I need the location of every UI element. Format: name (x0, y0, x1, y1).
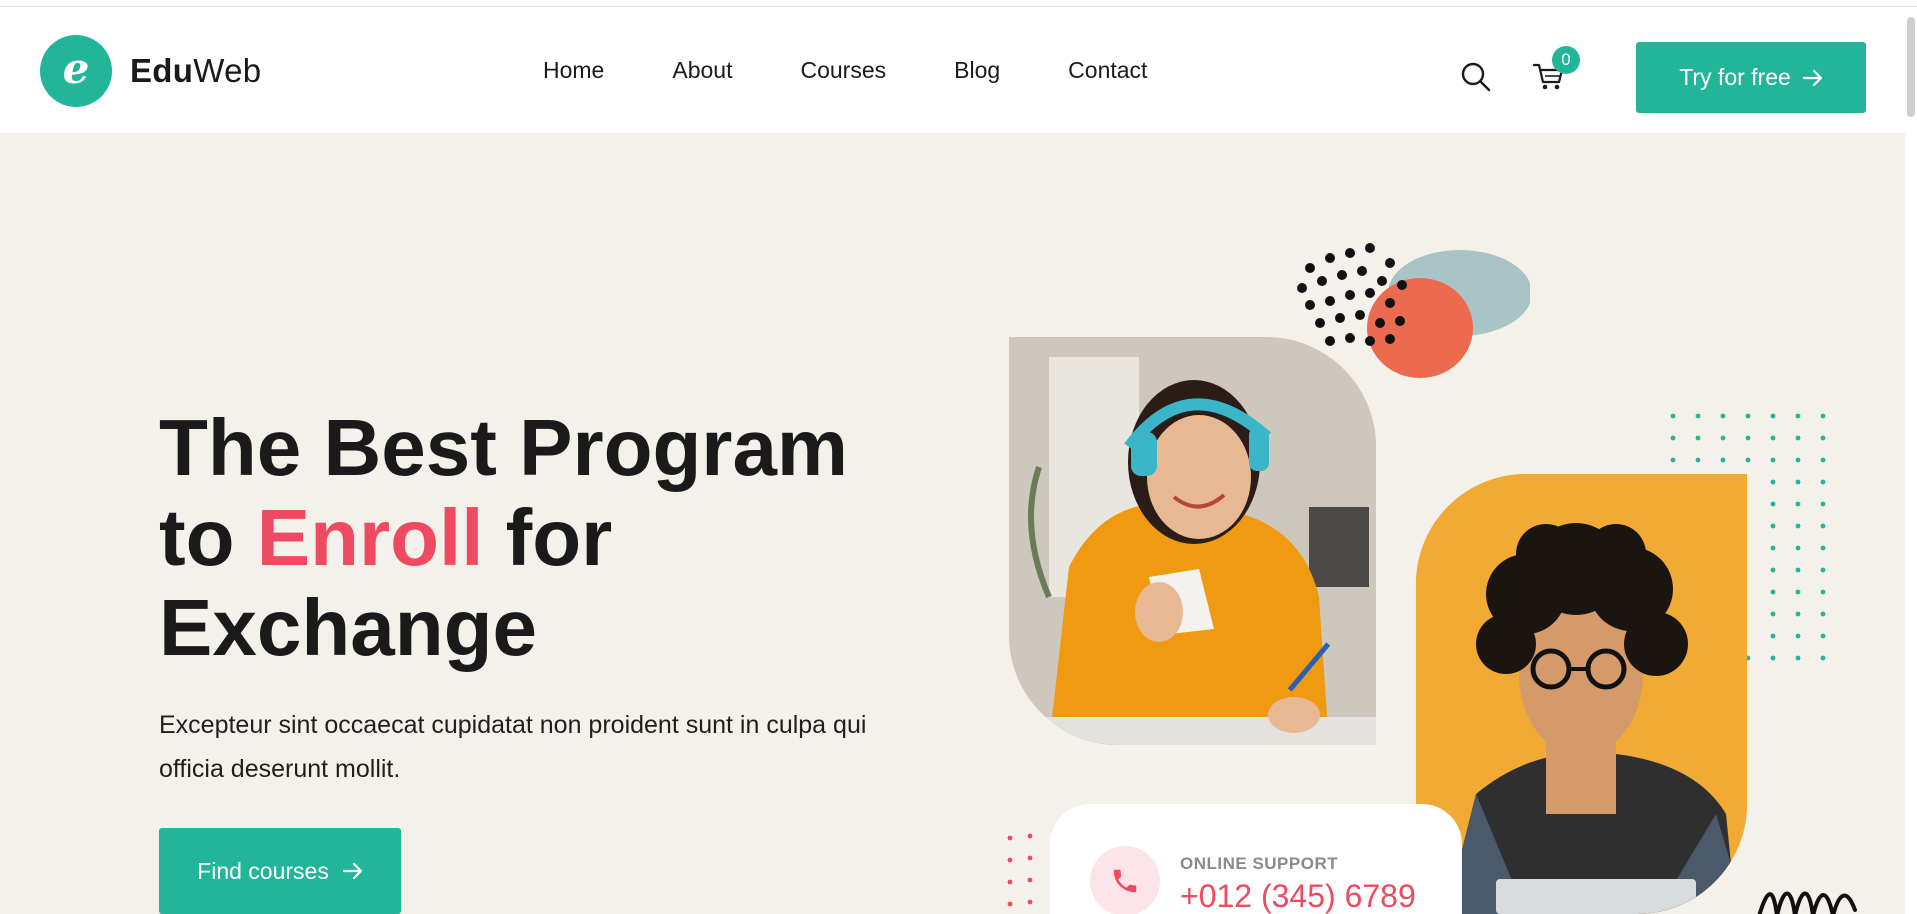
logo-text-light: Web (193, 52, 262, 89)
page-scrollbar[interactable] (1905, 7, 1917, 914)
logo-icon: e (40, 35, 112, 107)
support-label: ONLINE SUPPORT (1180, 854, 1339, 873)
browser-top-edge (0, 0, 1917, 7)
phone-icon (1113, 869, 1137, 893)
scrollbar-thumb[interactable] (1907, 17, 1915, 117)
decorative-squiggle (1757, 891, 1857, 914)
arrow-right-icon (1802, 69, 1822, 86)
try-for-free-label: Try for free (1679, 64, 1791, 90)
hero-section: The Best Program to Enroll for Exchange … (0, 133, 1905, 914)
headline-to: to (159, 493, 257, 582)
support-phone-number[interactable]: +012 (345) 6789 (1180, 878, 1416, 914)
cart-count-badge: 0 (1552, 46, 1580, 74)
search-icon (1461, 62, 1491, 92)
try-for-free-button[interactable]: Try for free (1636, 42, 1866, 113)
hero-headline: The Best Program to Enroll for Exchange (159, 403, 899, 673)
student-photo-headphones (1009, 337, 1376, 745)
hero-subtitle: Excepteur sint occaecat cupidatat non pr… (159, 711, 867, 783)
nav-item-contact[interactable]: Contact (1068, 57, 1147, 84)
headline-for: for (483, 493, 613, 582)
nav-item-courses[interactable]: Courses (800, 57, 886, 84)
arrow-right-icon (342, 863, 362, 879)
main-nav: Home About Courses Blog Contact (543, 57, 1147, 84)
online-support-card[interactable]: ONLINE SUPPORT +012 (345) 6789 (1050, 804, 1462, 914)
search-button[interactable] (1460, 61, 1492, 93)
site-header: e EduWeb Home About Courses Blog Contact… (0, 7, 1905, 133)
decorative-pink-dots (1007, 833, 1033, 907)
site-logo[interactable]: e EduWeb (40, 35, 261, 107)
headline-line-1: The Best Program (159, 403, 849, 492)
nav-item-home[interactable]: Home (543, 57, 604, 84)
logo-text-bold: Edu (130, 52, 194, 89)
phone-icon-circle (1090, 846, 1160, 914)
headline-line-3: Exchange (159, 583, 537, 672)
find-courses-button[interactable]: Find courses (159, 828, 401, 914)
headline-accent-word: Enroll (256, 493, 484, 582)
find-courses-label: Find courses (197, 857, 329, 884)
logo-text: EduWeb (130, 52, 261, 90)
nav-item-about[interactable]: About (672, 57, 732, 84)
nav-item-blog[interactable]: Blog (954, 57, 1000, 84)
student-photo-glasses (1416, 474, 1747, 914)
